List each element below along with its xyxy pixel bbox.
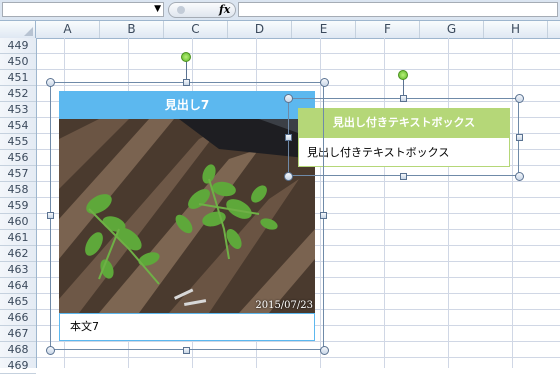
formula-input[interactable] [238,2,558,17]
select-all-button[interactable] [0,21,36,38]
row-header[interactable]: 456 [0,150,36,166]
textbox-selection-frame [288,98,519,176]
resize-handle-bottom-left[interactable] [46,346,55,355]
row-header[interactable]: 464 [0,278,36,294]
row-header[interactable]: 454 [0,118,36,134]
formula-buttons: fx [168,2,236,18]
column-header-f[interactable]: F [356,21,420,38]
resize-handle-bottom[interactable] [183,347,190,354]
row-header[interactable]: 465 [0,294,36,310]
resize-handle-left[interactable] [285,134,292,141]
resize-handle-right[interactable] [320,212,327,219]
column-header-bar: A B C D E F G H [0,21,560,39]
row-header[interactable]: 457 [0,166,36,182]
resize-handle-top[interactable] [400,95,407,102]
rotation-handle-icon[interactable] [181,52,191,62]
column-header-e[interactable]: E [292,21,356,38]
column-header-a[interactable]: A [36,21,100,38]
column-header-h[interactable]: H [484,21,548,38]
row-header[interactable]: 466 [0,310,36,326]
row-header[interactable]: 455 [0,134,36,150]
column-header-d[interactable]: D [228,21,292,38]
formula-dots-icon [177,6,185,14]
row-header[interactable]: 463 [0,262,36,278]
column-header-c[interactable]: C [164,21,228,38]
row-header[interactable]: 450 [0,54,36,70]
resize-handle-bottom-right[interactable] [320,346,329,355]
resize-handle-top[interactable] [183,79,190,86]
row-header[interactable]: 458 [0,182,36,198]
resize-handle-left[interactable] [47,212,54,219]
insert-function-button[interactable]: fx [219,3,230,16]
row-header[interactable]: 462 [0,246,36,262]
row-header[interactable]: 452 [0,86,36,102]
row-header-bar: 449 450 451 452 453 454 455 456 457 458 … [0,38,37,374]
resize-handle-top-right[interactable] [515,94,524,103]
resize-handle-bottom-right[interactable] [515,172,524,181]
chevron-down-icon[interactable]: ▼ [154,4,161,14]
formula-bar: ▼ fx [0,0,560,21]
card-selection-frame [50,82,324,350]
row-header[interactable]: 468 [0,342,36,358]
resize-handle-top-left[interactable] [284,94,293,103]
rotation-handle-icon[interactable] [398,70,408,80]
select-all-icon [24,27,33,36]
row-header[interactable]: 459 [0,198,36,214]
row-header[interactable]: 467 [0,326,36,342]
resize-handle-top-left[interactable] [46,78,55,87]
row-header[interactable]: 461 [0,230,36,246]
resize-handle-bottom-left[interactable] [284,172,293,181]
row-header[interactable]: 453 [0,102,36,118]
row-header[interactable]: 460 [0,214,36,230]
column-header-g[interactable]: G [420,21,484,38]
row-header[interactable]: 469 [0,358,36,374]
column-header-b[interactable]: B [100,21,164,38]
resize-handle-top-right[interactable] [320,78,329,87]
name-box[interactable]: ▼ [2,2,164,17]
resize-handle-right[interactable] [516,134,523,141]
row-header[interactable]: 449 [0,38,36,54]
row-header[interactable]: 451 [0,70,36,86]
resize-handle-bottom[interactable] [400,173,407,180]
